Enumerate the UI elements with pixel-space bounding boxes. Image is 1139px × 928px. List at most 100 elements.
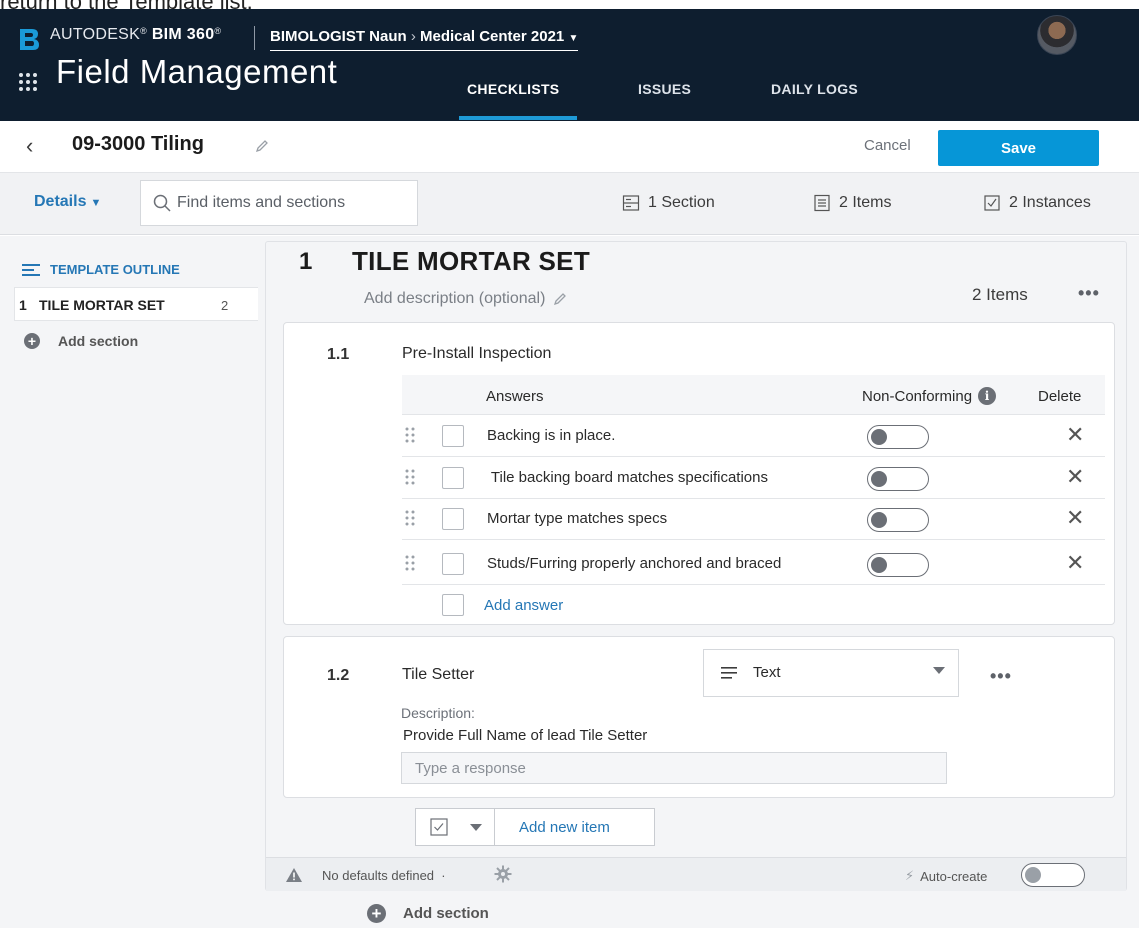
drag-handle-icon[interactable] [405,509,415,527]
search-box[interactable] [140,180,418,226]
brand-row: AUTODESK® BIM 360® BIMOLOGIST Naun › Med… [0,9,1139,59]
search-icon [153,194,171,212]
answer-checkbox[interactable] [442,467,464,489]
info-icon[interactable]: i [978,387,997,405]
defaults-status: No defaults defined · [322,868,446,883]
delete-answer-close-icon[interactable]: ✕ [1066,424,1084,446]
section-items-count: 2 Items [972,285,1028,304]
chevron-down-icon [470,824,482,831]
delete-answer-close-icon[interactable]: ✕ [1066,466,1084,488]
breadcrumb-arrow-icon: › [410,28,416,45]
checkbox-checked-icon [430,818,448,836]
project-selector[interactable]: BIMOLOGIST Naun › Medical Center 2021 ▼ [270,26,579,51]
answers-header: Answers Non-Conforming i Delete [402,375,1105,415]
response-type-select[interactable]: Text [703,649,959,697]
defaults-status-text: No defaults defined [322,868,435,883]
cancel-button[interactable]: Cancel [864,137,911,154]
response-input[interactable] [401,752,947,784]
toggle-knob [871,429,887,445]
item-type-dropdown[interactable] [416,809,495,845]
description-text[interactable]: Provide Full Name of lead Tile Setter [403,727,647,744]
instances-count: 2 Instances [983,194,1091,212]
drag-handle-icon[interactable] [405,468,415,486]
delete-column-header: Delete [1038,388,1082,405]
lightning-icon: ⚡ [905,868,915,883]
section-title[interactable]: TILE MORTAR SET [352,246,590,277]
non-conforming-toggle[interactable] [867,553,929,577]
outline-item-tile-mortar-set[interactable]: 1 TILE MORTAR SET 2 [14,287,258,321]
edit-pencil-icon[interactable] [255,139,269,153]
user-avatar[interactable] [1037,15,1077,55]
edit-pencil-icon [554,293,567,306]
outline-heading[interactable]: TEMPLATE OUTLINE [22,262,180,277]
delete-answer-close-icon[interactable]: ✕ [1066,552,1084,574]
item-more-icon[interactable]: ••• [990,666,1012,687]
bim360-logo-icon [20,29,39,50]
toggle-knob [1025,867,1041,883]
tab-checklists[interactable]: CHECKLISTS [467,81,559,97]
back-chevron-icon[interactable]: ‹ [26,135,46,157]
answer-row: Mortar type matches specs ✕ [402,499,1105,540]
outline-item-count: 2 [221,298,229,313]
non-conforming-label: Non-Conforming [862,387,973,405]
tab-issues[interactable]: ISSUES [638,81,691,97]
answer-checkbox[interactable] [442,425,464,447]
add-section-label: Add section [403,905,489,922]
plus-circle-icon: + [367,904,386,923]
brand-autodesk: AUTODESK [50,26,141,43]
sections-count: 1 Section [622,194,715,212]
search-input[interactable] [177,191,407,215]
checkbox-checked-icon [984,195,1000,211]
app-row: Field Management CHECKLISTS ISSUES DAILY… [0,53,1139,121]
app-switcher-icon[interactable] [18,71,38,91]
non-conforming-toggle[interactable] [867,467,929,491]
delete-answer-close-icon[interactable]: ✕ [1066,507,1084,529]
section-footer: No defaults defined · ⚡ Auto-create [266,857,1126,891]
non-conforming-toggle[interactable] [867,425,929,449]
add-answer-button[interactable]: Add answer [442,594,563,616]
description-label: Description: [401,705,475,721]
non-conforming-toggle[interactable] [867,508,929,532]
toggle-knob [871,557,887,573]
template-title: 09-3000 Tiling [72,133,204,155]
brand-divider [254,26,255,50]
outline-heading-label: TEMPLATE OUTLINE [50,262,180,277]
template-titlebar: ‹ 09-3000 Tiling Cancel Save [0,121,1139,173]
add-answer-label: Add answer [484,596,564,614]
brand-product: BIM 360 [151,26,215,43]
details-label: Details [34,193,87,210]
outline-item-name: TILE MORTAR SET [39,297,165,313]
save-button[interactable]: Save [938,130,1099,166]
item-title[interactable]: Pre-Install Inspection [402,345,551,363]
answer-row: Studs/Furring properly anchored and brac… [402,544,1105,585]
chevron-down-icon: ▼ [568,33,579,44]
sidebar-add-section-button[interactable]: + Add section [24,333,138,349]
auto-create-toggle[interactable] [1021,863,1085,887]
add-section-button[interactable]: + Add section [367,904,489,923]
answer-text[interactable]: Tile backing board matches specification… [487,469,768,486]
section-description[interactable]: Add description (optional) [364,290,567,308]
account-name: BIMOLOGIST Naun [270,28,407,45]
sidebar-add-section-label: Add section [58,333,139,349]
section-icon [622,195,640,211]
answer-text[interactable]: Backing is in place. [487,427,615,444]
answer-text[interactable]: Mortar type matches specs [487,510,667,527]
plus-circle-icon: + [24,333,40,349]
toggle-knob [871,512,887,528]
answer-checkbox[interactable] [442,508,464,530]
app-header: AUTODESK® BIM 360® BIMOLOGIST Naun › Med… [0,9,1139,121]
drag-handle-icon[interactable] [405,426,415,444]
answer-checkbox[interactable] [442,553,464,575]
details-dropdown[interactable]: Details ▼ [34,193,101,211]
tab-daily-logs[interactable]: DAILY LOGS [771,81,858,97]
auto-create-label: ⚡ Auto-create [905,868,987,884]
gear-icon[interactable] [494,865,512,883]
item-number: 1.2 [327,667,350,684]
add-new-item-button[interactable]: Add new item [519,819,610,836]
answer-text[interactable]: Studs/Furring properly anchored and brac… [487,555,781,572]
drag-handle-icon[interactable] [405,554,415,572]
outline-item-number: 1 [19,297,27,313]
item-title[interactable]: Tile Setter [402,666,474,684]
answer-row: Backing is in place. ✕ [402,416,1105,457]
section-more-icon[interactable]: ••• [1078,283,1100,304]
